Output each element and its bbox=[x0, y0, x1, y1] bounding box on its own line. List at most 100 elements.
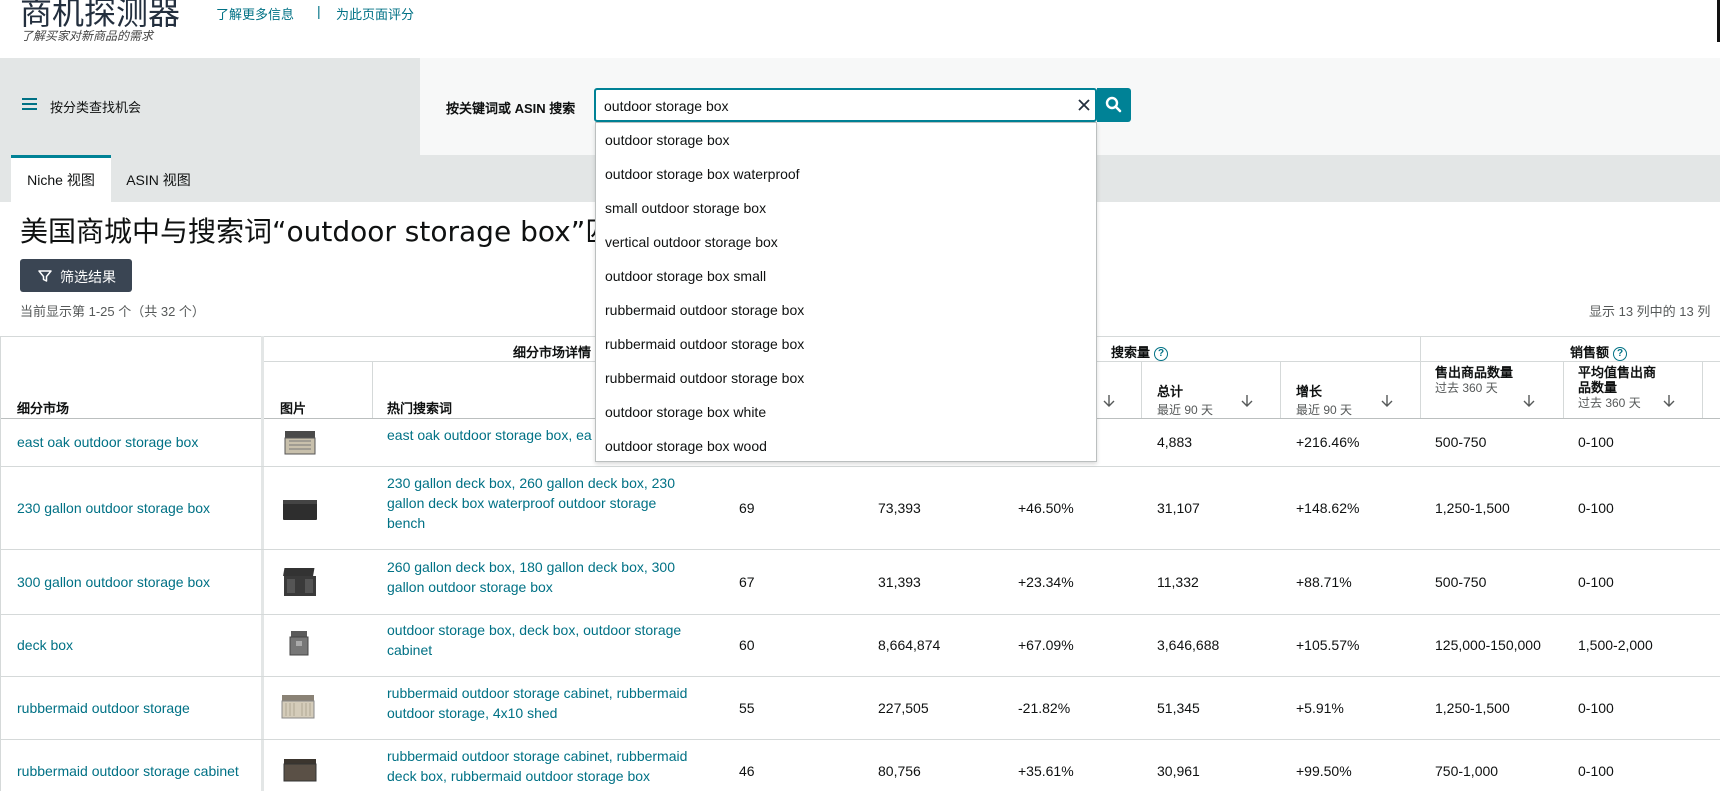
total-value: 30,961 bbox=[1157, 763, 1200, 779]
niche-link[interactable]: rubbermaid outdoor storage cabinet bbox=[17, 763, 239, 779]
filter-results-button[interactable]: 筛选结果 bbox=[20, 259, 132, 292]
group-header-niche-details: 细分市场详情 bbox=[513, 345, 592, 360]
col-niche[interactable]: 细分市场 bbox=[17, 398, 69, 417]
category-nav-link[interactable]: 按分类查找机会 bbox=[50, 97, 141, 116]
results-count: 当前显示第 1-25 个（共 32 个） bbox=[20, 304, 205, 319]
learn-more-link[interactable]: 了解更多信息 bbox=[216, 4, 294, 23]
score-value: 46 bbox=[739, 763, 755, 779]
units-sold-value: 500-750 bbox=[1435, 434, 1487, 450]
units-sold-value: 125,000-150,000 bbox=[1435, 637, 1541, 653]
growth-value: +148.62% bbox=[1296, 500, 1360, 516]
suggestion-item[interactable]: rubbermaid outdoor storage box bbox=[605, 302, 804, 318]
total-value: 3,646,688 bbox=[1157, 637, 1220, 653]
score-value: 69 bbox=[739, 500, 755, 516]
search-label: 按关键词或 ASIN 搜索 bbox=[446, 101, 576, 116]
suggestion-item[interactable]: rubbermaid outdoor storage box bbox=[605, 336, 804, 352]
avg-units-value: 0-100 bbox=[1578, 434, 1614, 450]
col-units-sold[interactable]: 售出商品数量 过去 360 天 bbox=[1435, 365, 1525, 396]
score-value: 60 bbox=[739, 637, 755, 653]
sort-arrow-icon[interactable] bbox=[1522, 394, 1536, 408]
suggestion-item[interactable]: outdoor storage box small bbox=[605, 268, 766, 284]
top-terms-link[interactable]: 260 gallon deck box, 180 gallon deck box… bbox=[387, 557, 687, 597]
rate-page-link[interactable]: 为此页面评分 bbox=[336, 4, 414, 23]
page-title: 美国商城中与搜索词“outdoor storage box”匹配 bbox=[20, 215, 642, 248]
search-field[interactable] bbox=[594, 88, 1097, 122]
growth-value: +105.57% bbox=[1296, 637, 1360, 653]
niche-link[interactable]: rubbermaid outdoor storage bbox=[17, 700, 190, 716]
filter-icon bbox=[38, 270, 52, 282]
score-value: 55 bbox=[739, 700, 755, 716]
search-icon bbox=[1105, 96, 1122, 113]
top-terms-link[interactable]: outdoor storage box, deck box, outdoor s… bbox=[387, 620, 697, 660]
product-thumbnail bbox=[283, 759, 317, 782]
score-value: 67 bbox=[739, 574, 755, 590]
product-thumbnail bbox=[283, 568, 316, 596]
niche-link[interactable]: deck box bbox=[17, 637, 73, 653]
app-subtitle: 了解买家对新商品的需求 bbox=[21, 29, 154, 43]
product-thumbnail bbox=[284, 431, 316, 455]
total-value: 4,883 bbox=[1157, 434, 1193, 450]
help-icon[interactable]: ? bbox=[1154, 347, 1169, 361]
search-volume-value: 80,756 bbox=[878, 763, 921, 779]
search-volume-growth: -21.82% bbox=[1018, 700, 1071, 716]
suggestion-item[interactable]: outdoor storage box waterproof bbox=[605, 166, 800, 182]
menu-icon[interactable] bbox=[22, 98, 37, 110]
sort-arrow-icon[interactable] bbox=[1102, 394, 1116, 408]
product-thumbnail bbox=[289, 631, 309, 656]
search-volume-value: 8,664,874 bbox=[878, 637, 941, 653]
total-value: 11,332 bbox=[1157, 574, 1199, 590]
top-terms-link[interactable]: rubbermaid outdoor storage cabinet, rubb… bbox=[387, 746, 697, 786]
col-growth[interactable]: 增长 最近 90 天 bbox=[1296, 381, 1352, 418]
help-icon[interactable]: ? bbox=[1613, 347, 1628, 361]
search-volume-growth: +46.50% bbox=[1018, 500, 1074, 516]
growth-value: +5.91% bbox=[1296, 700, 1344, 716]
header-separator: | bbox=[317, 3, 321, 19]
suggestion-item[interactable]: vertical outdoor storage box bbox=[605, 234, 778, 250]
search-volume-growth: +67.09% bbox=[1018, 637, 1074, 653]
niche-link[interactable]: 300 gallon outdoor storage box bbox=[17, 574, 210, 590]
top-terms-link[interactable]: east oak outdoor storage box, ea bbox=[387, 427, 592, 443]
search-volume-value: 227,505 bbox=[878, 700, 929, 716]
growth-value: +216.46% bbox=[1296, 434, 1360, 450]
suggestion-item[interactable]: outdoor storage box bbox=[605, 132, 730, 148]
units-sold-value: 1,250-1,500 bbox=[1435, 700, 1510, 716]
sort-arrow-icon[interactable] bbox=[1240, 394, 1254, 408]
page-header: 商机探测器 了解买家对新商品的需求 了解更多信息 | 为此页面评分 bbox=[0, 0, 1720, 58]
growth-value: +99.50% bbox=[1296, 763, 1352, 779]
units-sold-value: 1,250-1,500 bbox=[1435, 500, 1510, 516]
avg-units-value: 0-100 bbox=[1578, 500, 1614, 516]
tab-niche-view[interactable]: Niche 视图 bbox=[11, 155, 111, 202]
top-terms-link[interactable]: rubbermaid outdoor storage cabinet, rubb… bbox=[387, 683, 697, 723]
suggestion-item[interactable]: outdoor storage box wood bbox=[605, 438, 767, 454]
search-input[interactable] bbox=[604, 96, 1044, 116]
group-header-sales: 销售额? bbox=[1570, 342, 1628, 361]
col-image: 图片 bbox=[280, 401, 307, 416]
tab-asin-view[interactable]: ASIN 视图 bbox=[111, 155, 206, 202]
sort-arrow-icon[interactable] bbox=[1662, 394, 1676, 408]
product-thumbnail bbox=[283, 500, 317, 520]
close-icon[interactable] bbox=[1075, 96, 1093, 114]
group-header-search-volume: 搜索量? bbox=[1111, 342, 1169, 361]
col-avg-units[interactable]: 平均值售出商品数量 过去 360 天 bbox=[1578, 365, 1658, 411]
sort-arrow-icon[interactable] bbox=[1380, 394, 1394, 408]
total-value: 31,107 bbox=[1157, 500, 1200, 516]
search-button[interactable] bbox=[1097, 88, 1131, 122]
top-terms-link[interactable]: 230 gallon deck box, 260 gallon deck box… bbox=[387, 473, 687, 533]
suggestion-item[interactable]: rubbermaid outdoor storage box bbox=[605, 370, 804, 386]
niche-link[interactable]: east oak outdoor storage box bbox=[17, 434, 198, 450]
col-top-terms: 热门搜索词 bbox=[387, 401, 453, 416]
avg-units-value: 0-100 bbox=[1578, 574, 1614, 590]
search-volume-value: 73,393 bbox=[878, 500, 921, 516]
col-total[interactable]: 总计 最近 90 天 bbox=[1157, 381, 1213, 418]
avg-units-value: 0-100 bbox=[1578, 763, 1614, 779]
units-sold-value: 500-750 bbox=[1435, 574, 1487, 590]
avg-units-value: 0-100 bbox=[1578, 700, 1614, 716]
filter-label: 筛选结果 bbox=[60, 269, 116, 285]
growth-value: +88.71% bbox=[1296, 574, 1352, 590]
suggestion-item[interactable]: outdoor storage box white bbox=[605, 404, 766, 420]
search-volume-growth: +23.34% bbox=[1018, 574, 1074, 590]
search-volume-value: 31,393 bbox=[878, 574, 921, 590]
niche-link[interactable]: 230 gallon outdoor storage box bbox=[17, 500, 210, 516]
units-sold-value: 750-1,000 bbox=[1435, 763, 1499, 779]
suggestion-item[interactable]: small outdoor storage box bbox=[605, 200, 766, 216]
